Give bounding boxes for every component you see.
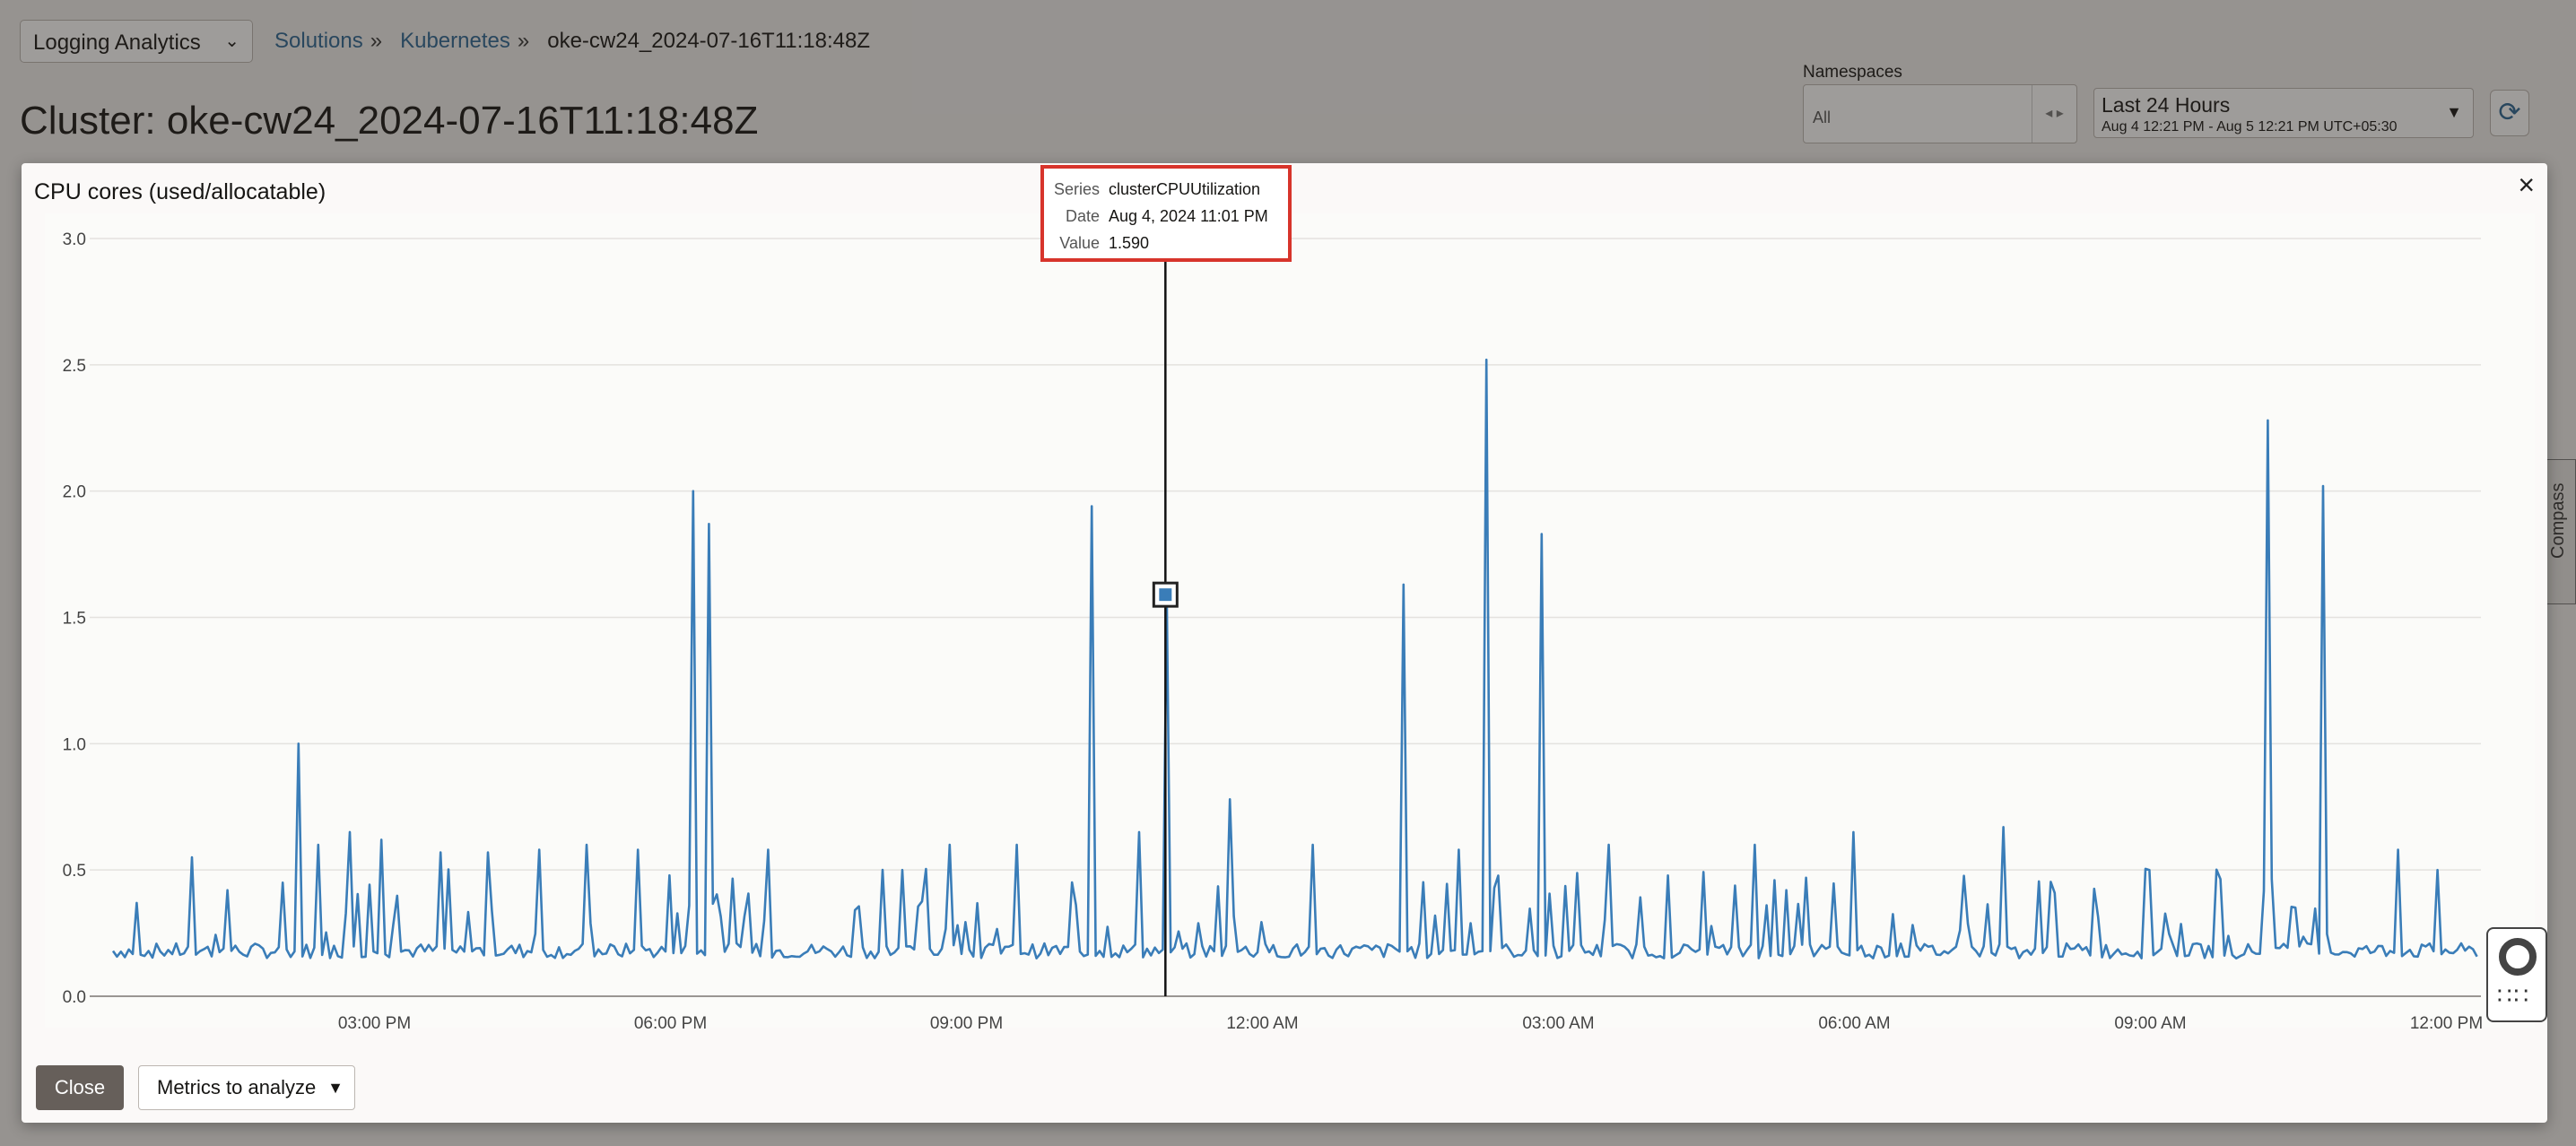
chart-dialog: 0.0 0.5 1.0 1.5 2.0 2.5 3.0 03:00 PM 06:00 PM 09:… <box>22 163 2547 1123</box>
x-tick-label: 03:00 PM <box>338 1014 411 1033</box>
help-widget[interactable]: ∷∷ <box>2486 927 2547 1022</box>
close-icon[interactable]: × <box>2518 169 2535 202</box>
x-tick-label: 12:00 AM <box>1226 1014 1298 1033</box>
y-tick-label: 0.0 <box>63 988 86 1007</box>
tooltip-value: Aug 4, 2024 11:01 PM <box>1109 206 1268 225</box>
y-tick-label: 3.0 <box>63 230 86 249</box>
metrics-to-analyze-button[interactable]: Metrics to analyze ▼ <box>138 1065 355 1110</box>
apps-grid-icon: ∷∷ <box>2497 982 2531 1009</box>
x-tick-label: 06:00 AM <box>1818 1014 1890 1033</box>
dialog-title: CPU cores (used/allocatable) <box>34 179 326 204</box>
y-tick-label: 0.5 <box>63 862 86 881</box>
chart-tooltip: Series clusterCPUUtilization Date Aug 4, 2… <box>1040 165 1292 262</box>
plot-area <box>45 213 2535 1028</box>
tooltip-key: Date <box>1065 206 1100 225</box>
metrics-button-label: Metrics to analyze <box>157 1076 317 1098</box>
tooltip-row-series: Series clusterCPUUtilization <box>1051 176 1281 203</box>
tooltip-key: Series <box>1053 179 1100 198</box>
x-tick-label: 06:00 PM <box>634 1014 707 1033</box>
y-tick-label: 1.0 <box>63 735 86 754</box>
x-tick-label: 03:00 AM <box>1522 1014 1594 1033</box>
tooltip-row-value: Value 1.590 <box>1051 230 1281 256</box>
x-tick-label: 09:00 AM <box>2114 1014 2186 1033</box>
highlight-marker-fill <box>1159 588 1172 602</box>
lifebuoy-icon <box>2499 938 2537 976</box>
close-button[interactable]: Close <box>36 1065 124 1110</box>
tooltip-key: Value <box>1059 233 1100 252</box>
tooltip-value: clusterCPUUtilization <box>1109 179 1261 198</box>
y-tick-label: 1.5 <box>63 610 86 629</box>
x-tick-label: 12:00 PM <box>2410 1014 2483 1033</box>
y-tick-label: 2.0 <box>63 483 86 502</box>
tooltip-value: 1.590 <box>1109 233 1150 252</box>
x-tick-label: 09:00 PM <box>930 1014 1003 1033</box>
y-tick-label: 2.5 <box>63 357 86 376</box>
caret-down-icon: ▼ <box>327 1079 344 1097</box>
tooltip-row-date: Date Aug 4, 2024 11:01 PM <box>1051 203 1281 230</box>
cpu-chart: 0.0 0.5 1.0 1.5 2.0 2.5 3.0 03:00 PM 06:00 PM 09:… <box>45 213 2535 1033</box>
